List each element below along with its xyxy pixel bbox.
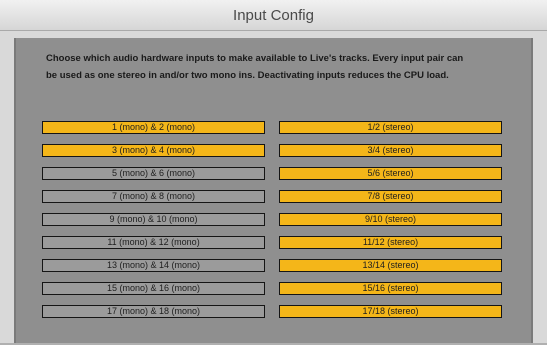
stereo-pair-toggle-11-12[interactable]: 11/12 (stereo): [279, 236, 502, 249]
stereo-pair-toggle-17-18[interactable]: 17/18 (stereo): [279, 305, 502, 318]
input-config-window: Input Config Choose which audio hardware…: [0, 0, 547, 345]
mono-pair-toggle-1-2[interactable]: 1 (mono) & 2 (mono): [42, 121, 265, 134]
mono-pair-toggle-9-10[interactable]: 9 (mono) & 10 (mono): [42, 213, 265, 226]
mono-pair-toggle-3-4[interactable]: 3 (mono) & 4 (mono): [42, 144, 265, 157]
description-text: Choose which audio hardware inputs to ma…: [46, 53, 464, 81]
input-config-panel: Choose which audio hardware inputs to ma…: [14, 38, 533, 345]
stereo-pair-toggle-1-2[interactable]: 1/2 (stereo): [279, 121, 502, 134]
stereo-pair-toggle-9-10[interactable]: 9/10 (stereo): [279, 213, 502, 226]
stereo-pair-toggle-15-16[interactable]: 15/16 (stereo): [279, 282, 502, 295]
stereo-pair-toggle-5-6[interactable]: 5/6 (stereo): [279, 167, 502, 180]
stereo-pair-toggle-7-8[interactable]: 7/8 (stereo): [279, 190, 502, 203]
window-title: Input Config: [233, 7, 314, 24]
mono-pair-toggle-17-18[interactable]: 17 (mono) & 18 (mono): [42, 305, 265, 318]
stereo-pair-toggle-13-14[interactable]: 13/14 (stereo): [279, 259, 502, 272]
title-bar[interactable]: Input Config: [0, 0, 547, 31]
mono-pair-toggle-15-16[interactable]: 15 (mono) & 16 (mono): [42, 282, 265, 295]
mono-pair-toggle-13-14[interactable]: 13 (mono) & 14 (mono): [42, 259, 265, 272]
mono-pair-toggle-11-12[interactable]: 11 (mono) & 12 (mono): [42, 236, 265, 249]
stereo-pair-toggle-3-4[interactable]: 3/4 (stereo): [279, 144, 502, 157]
mono-pair-toggle-5-6[interactable]: 5 (mono) & 6 (mono): [42, 167, 265, 180]
mono-pair-toggle-7-8[interactable]: 7 (mono) & 8 (mono): [42, 190, 265, 203]
